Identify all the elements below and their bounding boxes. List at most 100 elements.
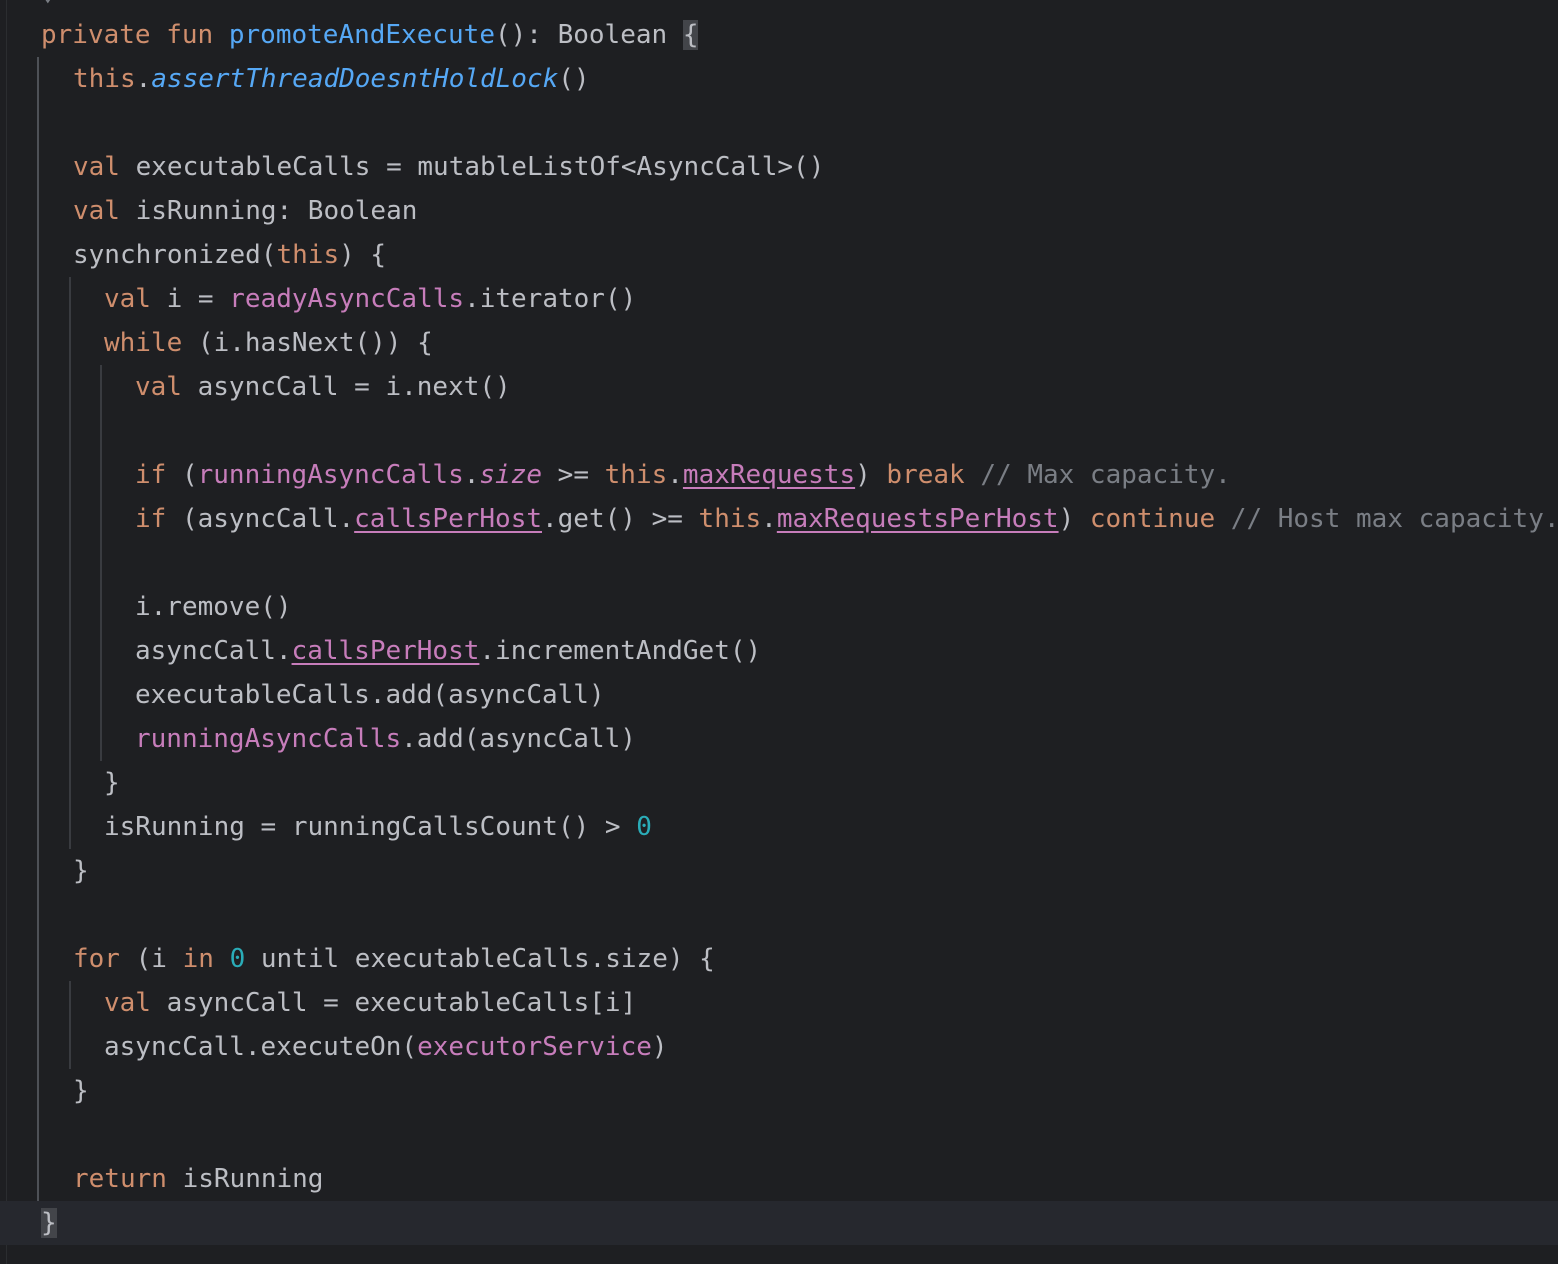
- code-line-content: val asyncCall = executableCalls[i]: [104, 981, 636, 1025]
- code-token: asyncCall.: [135, 636, 292, 666]
- code-line[interactable]: }: [0, 761, 1558, 805]
- code-line[interactable]: }: [0, 1069, 1558, 1113]
- code-token: }: [104, 768, 120, 798]
- code-line[interactable]: synchronized(this) {: [0, 233, 1558, 277]
- code-line[interactable]: isRunning = runningCallsCount() > 0: [0, 805, 1558, 849]
- code-token: ): [651, 1032, 668, 1062]
- code-token: }: [73, 856, 89, 886]
- code-token: asyncCall = i.next(): [181, 372, 511, 402]
- code-token: while: [104, 328, 183, 358]
- code-line-content: executableCalls.add(asyncCall): [135, 673, 605, 717]
- code-token: break: [886, 460, 965, 490]
- code-editor[interactable]: ⌄ private fun promoteAndExecute(): Boole…: [0, 0, 1558, 1264]
- code-line-content: }: [104, 761, 120, 805]
- code-token: // Host max capacity.: [1215, 504, 1558, 534]
- code-line-content: asyncCall.executeOn(executorService): [104, 1025, 668, 1069]
- code-line[interactable]: val asyncCall = i.next(): [0, 365, 1558, 409]
- code-line[interactable]: }: [0, 1201, 1558, 1245]
- code-token: for: [73, 944, 120, 974]
- code-token: promoteAndExecute: [228, 20, 495, 50]
- code-line[interactable]: [0, 541, 1558, 585]
- code-line-content: }: [73, 849, 89, 893]
- code-line[interactable]: if (runningAsyncCalls.size >= this.maxRe…: [0, 453, 1558, 497]
- code-line-content: for (i in 0 until executableCalls.size) …: [73, 937, 715, 981]
- code-token: this: [698, 504, 762, 534]
- code-line-content: return isRunning: [73, 1157, 323, 1201]
- code-token: executableCalls.add(asyncCall): [135, 680, 605, 710]
- code-token: .iterator(): [464, 284, 637, 314]
- code-line[interactable]: val asyncCall = executableCalls[i]: [0, 981, 1558, 1025]
- code-line[interactable]: val isRunning: Boolean: [0, 189, 1558, 233]
- code-token: .: [761, 504, 777, 534]
- code-line[interactable]: private fun promoteAndExecute(): Boolean…: [0, 13, 1558, 57]
- code-token: return: [73, 1164, 167, 1194]
- code-token: callsPerHost: [354, 504, 542, 534]
- code-line[interactable]: }: [0, 849, 1558, 893]
- code-token: .add(asyncCall): [401, 724, 636, 754]
- code-line[interactable]: [0, 893, 1558, 937]
- code-token: executorService: [417, 1032, 652, 1062]
- code-token: isRunning = runningCallsCount() >: [104, 812, 637, 842]
- code-token: this: [604, 460, 668, 490]
- code-line[interactable]: i.remove(): [0, 585, 1558, 629]
- code-token: runningAsyncCalls: [197, 460, 464, 490]
- code-token: ): [855, 460, 887, 490]
- code-token: .: [667, 460, 683, 490]
- code-line[interactable]: val i = readyAsyncCalls.iterator(): [0, 277, 1558, 321]
- code-token: callsPerHost: [291, 636, 480, 666]
- code-token: .incrementAndGet(): [479, 636, 762, 666]
- code-token: (): Boolean: [494, 20, 683, 50]
- code-line[interactable]: [0, 101, 1558, 145]
- code-token: 0: [636, 812, 652, 842]
- code-token: ) {: [339, 240, 387, 270]
- code-token: i.remove(): [135, 592, 292, 622]
- code-line[interactable]: executableCalls.add(asyncCall): [0, 673, 1558, 717]
- code-token: continue: [1089, 504, 1216, 534]
- code-token: this: [276, 240, 340, 270]
- code-line-content: isRunning = runningCallsCount() > 0: [104, 805, 652, 849]
- code-line[interactable]: [0, 1113, 1558, 1157]
- code-token: in: [182, 944, 214, 974]
- code-token: executableCalls = mutableListOf<AsyncCal…: [119, 152, 825, 182]
- code-line-content: if (runningAsyncCalls.size >= this.maxRe…: [135, 453, 1231, 497]
- code-token: until executableCalls.size) {: [245, 944, 715, 974]
- code-line[interactable]: for (i in 0 until executableCalls.size) …: [0, 937, 1558, 981]
- code-line[interactable]: runningAsyncCalls.add(asyncCall): [0, 717, 1558, 761]
- code-line[interactable]: this.assertThreadDoesntHoldLock(): [0, 57, 1558, 101]
- code-token: .: [135, 64, 152, 94]
- code-line-content: asyncCall.callsPerHost.incrementAndGet(): [135, 629, 761, 673]
- code-line-content: }: [41, 1201, 57, 1245]
- code-line[interactable]: return isRunning: [0, 1157, 1558, 1201]
- code-token: >=: [542, 460, 605, 490]
- code-line-content: if (asyncCall.callsPerHost.get() >= this…: [135, 497, 1558, 541]
- code-line[interactable]: [0, 409, 1558, 453]
- code-line[interactable]: val executableCalls = mutableListOf<Asyn…: [0, 145, 1558, 189]
- code-token: i =: [150, 284, 230, 314]
- code-token: }: [73, 1076, 89, 1106]
- code-token: this: [73, 64, 136, 94]
- code-token: synchronized(: [73, 240, 277, 270]
- code-line-content: val isRunning: Boolean: [73, 189, 417, 233]
- code-line[interactable]: if (asyncCall.callsPerHost.get() >= this…: [0, 497, 1558, 541]
- code-line-content: while (i.hasNext()) {: [104, 321, 433, 365]
- code-token: val: [104, 988, 151, 1018]
- code-token: val: [135, 372, 182, 402]
- code-line-content: val i = readyAsyncCalls.iterator(): [104, 277, 636, 321]
- code-token: runningAsyncCalls: [135, 724, 402, 754]
- code-token: (i.hasNext()) {: [182, 328, 433, 358]
- code-token: private: [41, 20, 151, 50]
- code-line-content: val executableCalls = mutableListOf<Asyn…: [73, 145, 824, 189]
- code-token: .: [463, 460, 480, 490]
- code-token: val: [73, 152, 120, 182]
- code-line[interactable]: asyncCall.executeOn(executorService): [0, 1025, 1558, 1069]
- code-line-content: runningAsyncCalls.add(asyncCall): [135, 717, 636, 761]
- code-line[interactable]: asyncCall.callsPerHost.incrementAndGet(): [0, 629, 1558, 673]
- code-token: 0: [229, 944, 246, 974]
- clipped-previous-line: ⌄: [40, 0, 56, 14]
- code-line[interactable]: while (i.hasNext()) {: [0, 321, 1558, 365]
- code-token: // Max capacity.: [964, 460, 1231, 490]
- code-line-content: i.remove(): [135, 585, 292, 629]
